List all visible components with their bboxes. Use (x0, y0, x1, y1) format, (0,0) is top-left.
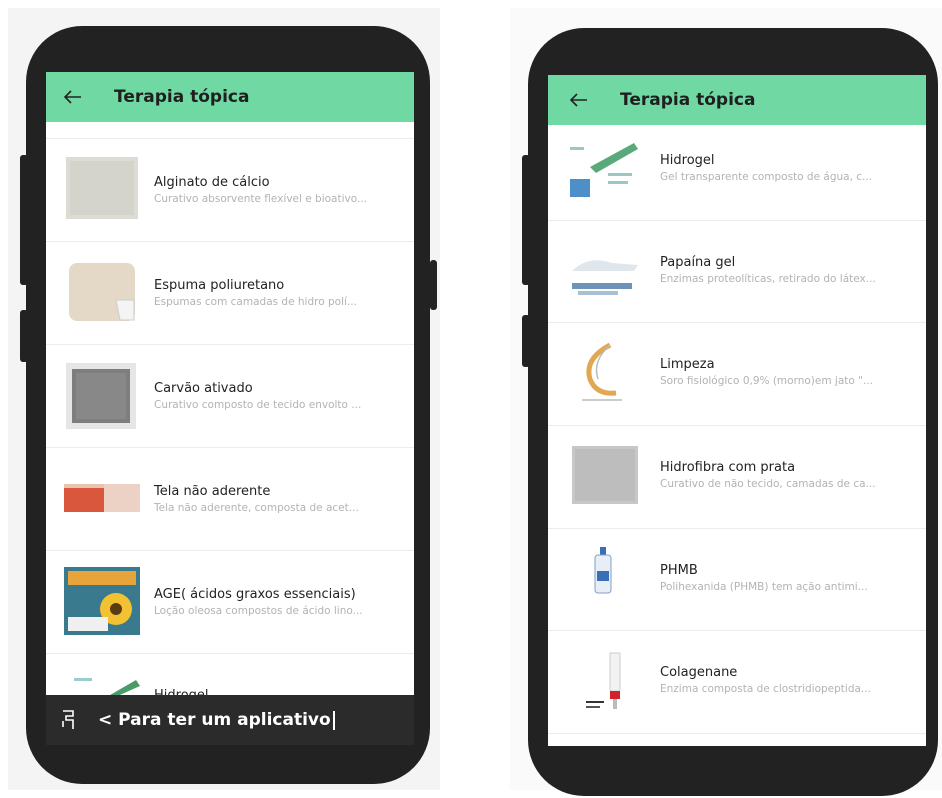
left-phone-power-button (430, 260, 437, 310)
item-title: Limpeza (660, 357, 715, 372)
page-title: Terapia tópica (114, 87, 250, 107)
list-item-tela[interactable]: Tela não aderente Tela não aderente, com… (46, 448, 414, 551)
item-title: PHMB (660, 563, 698, 578)
left-app-bar: Terapia tópica (46, 72, 414, 122)
right-phone-side-button-2 (522, 315, 530, 367)
text-cursor (332, 710, 335, 730)
left-phone-side-button-2 (20, 310, 28, 362)
left-screen: Terapia tópica Alginato de cálcio Curati… (46, 72, 414, 745)
right-screen: Terapia tópica Hidrogel Gel transparente… (548, 75, 926, 746)
list-item-hidrogel[interactable]: Hidrogel Gel transparente composto de ág… (548, 125, 926, 221)
item-description: Polihexanida (PHMB) tem ação antimi... (660, 581, 868, 593)
back-arrow-icon[interactable] (62, 86, 84, 108)
bottom-bar-text: < Para ter um aplicativo (98, 710, 335, 730)
tela-image (64, 484, 140, 512)
list-item-carvao[interactable]: Carvão ativado Curativo composto de teci… (46, 345, 414, 448)
item-title: Carvão ativado (154, 381, 253, 396)
alginato-image (66, 157, 138, 219)
item-title: Alginato de cálcio (154, 175, 270, 190)
left-phone-side-button (20, 155, 28, 285)
espuma-image (68, 262, 136, 324)
item-title: Espuma poliuretano (154, 278, 285, 293)
hidrofibra-image (572, 446, 638, 504)
item-description: Enzimas proteolíticas, retirado do látex… (660, 273, 876, 285)
page-title: Terapia tópica (620, 90, 756, 110)
papaina-image (568, 235, 642, 301)
back-arrow-icon[interactable] (568, 89, 590, 111)
item-title: Papaína gel (660, 255, 736, 270)
phone-icon (60, 709, 76, 731)
item-description: Curativo composto de tecido envolto ... (154, 399, 362, 411)
item-title: Hidrogel (660, 153, 715, 168)
bottom-bar: < Para ter um aplicativo (46, 695, 414, 745)
item-description: Loção oleosa compostos de ácido lino... (154, 605, 363, 617)
list-item-phmb[interactable]: PHMB Polihexanida (PHMB) tem ação antimi… (548, 529, 926, 631)
age-image (64, 567, 140, 635)
list-item-alginato[interactable]: Alginato de cálcio Curativo absorvente f… (46, 139, 414, 242)
item-description: Tela não aderente, composta de acet... (154, 502, 359, 514)
item-title: Hidrofibra com prata (660, 460, 796, 475)
item-description: Curativo de não tecido, camadas de ca... (660, 478, 876, 490)
bottom-bar-label: < Para ter um aplicativo (98, 710, 331, 730)
hidrogel-image (568, 137, 638, 203)
item-title: AGE( ácidos graxos essenciais) (154, 587, 356, 602)
item-description: Curativo absorvente flexível e bioativo.… (154, 193, 367, 205)
item-title: Colagenane (660, 665, 738, 680)
list-item-espuma[interactable]: Espuma poliuretano Espumas com camadas d… (46, 242, 414, 345)
right-app-bar: Terapia tópica (548, 75, 926, 125)
limpeza-image (570, 339, 636, 405)
list-item-partial[interactable] (46, 116, 414, 139)
item-description: Enzima composta de clostridiopeptida... (660, 683, 871, 695)
item-description: Soro fisiológico 0,9% (morno)em jato "..… (660, 375, 873, 387)
list-item-papaina[interactable]: Papaína gel Enzimas proteolíticas, retir… (548, 221, 926, 323)
list-item-limpeza[interactable]: Limpeza Soro fisiológico 0,9% (morno)em … (548, 323, 926, 426)
list-item-colagenane[interactable]: Colagenane Enzima composta de clostridio… (548, 631, 926, 734)
phmb-image (592, 547, 614, 595)
list-item-hidrofibra[interactable]: Hidrofibra com prata Curativo de não tec… (548, 426, 926, 529)
list-item-age[interactable]: AGE( ácidos graxos essenciais) Loção ole… (46, 551, 414, 654)
right-phone-side-button (522, 155, 530, 285)
item-description: Espumas com camadas de hidro polí... (154, 296, 357, 308)
item-description: Gel transparente composto de água, c... (660, 171, 873, 183)
colagenane-image (584, 651, 634, 715)
carvao-image (66, 363, 136, 429)
item-title: Tela não aderente (154, 484, 271, 499)
